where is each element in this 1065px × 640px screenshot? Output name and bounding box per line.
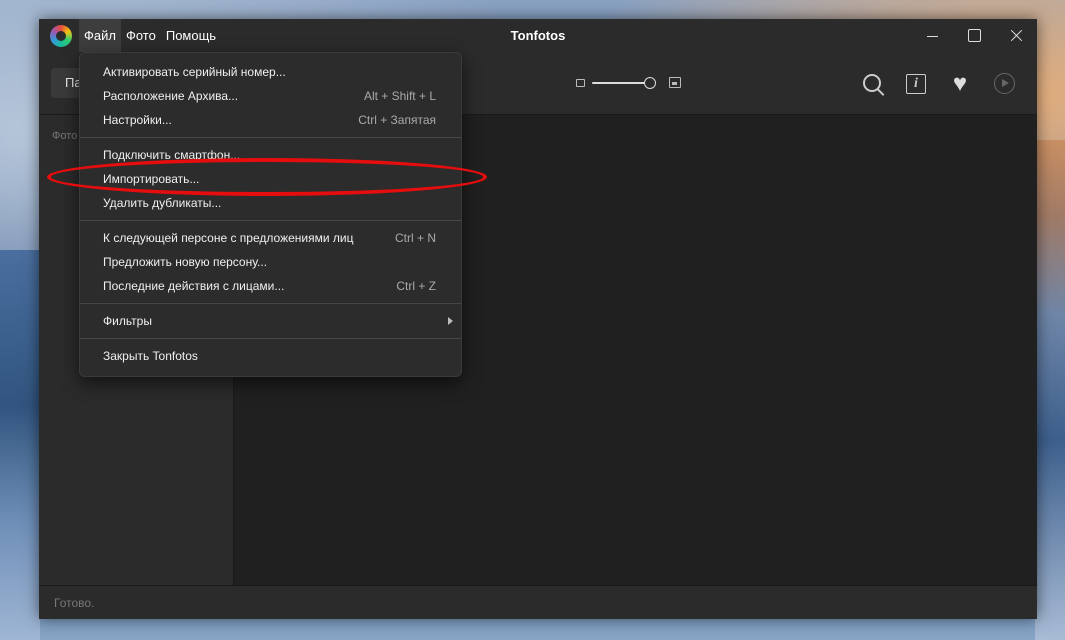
app-logo-icon [50,25,72,47]
menu-file[interactable]: Файл [79,19,121,52]
menu-item-label: Фильтры [103,314,152,328]
menu-separator [80,338,461,339]
menu-help[interactable]: Помощь [161,19,221,52]
desktop-wallpaper-left [0,250,40,640]
menu-separator [80,220,461,221]
menu-item-label: Настройки... [103,113,172,127]
maximize-icon[interactable] [953,19,995,52]
menu-item-import[interactable]: Импортировать... [80,167,461,191]
close-icon[interactable] [995,19,1037,52]
zoom-slider-track[interactable] [592,82,650,84]
menu-item-remove-duplicates[interactable]: Удалить дубликаты... [80,191,461,215]
menu-item-activate-serial[interactable]: Активировать серийный номер... [80,60,461,84]
menu-item-label: Закрыть Tonfotos [103,349,198,363]
menu-item-label: К следующей персоне с предложениями лиц [103,231,354,245]
menu-item-archive-location[interactable]: Расположение Архива... Alt + Shift + L [80,84,461,108]
menu-item-shortcut: Ctrl + Z [396,279,436,293]
menu-item-settings[interactable]: Настройки... Ctrl + Запятая [80,108,461,132]
menu-item-label: Активировать серийный номер... [103,65,286,79]
menu-separator [80,303,461,304]
info-icon[interactable]: i [906,74,926,94]
menu-item-filters[interactable]: Фильтры [80,309,461,333]
menu-item-label: Удалить дубликаты... [103,196,222,210]
desktop-wallpaper-right [1035,140,1065,640]
minimize-icon[interactable] [911,19,953,52]
small-image-icon [576,79,585,87]
zoom-slider[interactable] [576,74,682,92]
menu-item-label: Предложить новую персону... [103,255,268,269]
menu-item-shortcut: Ctrl + Запятая [358,113,436,127]
play-icon[interactable] [994,73,1015,94]
title-bar: Файл Фото Помощь Tonfotos [39,19,1037,52]
sidebar-section-label: Фото [52,130,78,142]
menu-photo[interactable]: Фото [121,19,161,52]
status-text: Готово. [54,596,95,610]
menu-item-suggest-person[interactable]: Предложить новую персону... [80,250,461,274]
window-controls [911,19,1037,52]
menu-item-close-app[interactable]: Закрыть Tonfotos [80,344,461,368]
menu-bar: Файл Фото Помощь [79,19,221,52]
menu-item-shortcut: Ctrl + N [394,231,436,245]
menu-separator [80,137,461,138]
menu-item-recent-face-actions[interactable]: Последние действия с лицами... Ctrl + Z [80,274,461,298]
file-menu-dropdown: Активировать серийный номер... Расположе… [79,52,462,377]
menu-item-label: Импортировать... [103,172,200,186]
zoom-slider-handle[interactable] [644,77,656,89]
menu-item-label: Расположение Архива... [103,89,239,103]
large-image-icon [669,77,681,88]
menu-item-next-person[interactable]: К следующей персоне с предложениями лиц … [80,226,461,250]
status-bar: Готово. [39,585,1037,619]
menu-item-label: Подключить смартфон... [103,148,241,162]
menu-item-shortcut: Alt + Shift + L [363,89,436,103]
chevron-right-icon [448,317,453,325]
heart-icon[interactable]: ♥ [948,72,972,96]
search-icon[interactable] [861,72,885,96]
menu-item-label: Последние действия с лицами... [103,279,285,293]
menu-item-connect-smartphone[interactable]: Подключить смартфон... [80,143,461,167]
